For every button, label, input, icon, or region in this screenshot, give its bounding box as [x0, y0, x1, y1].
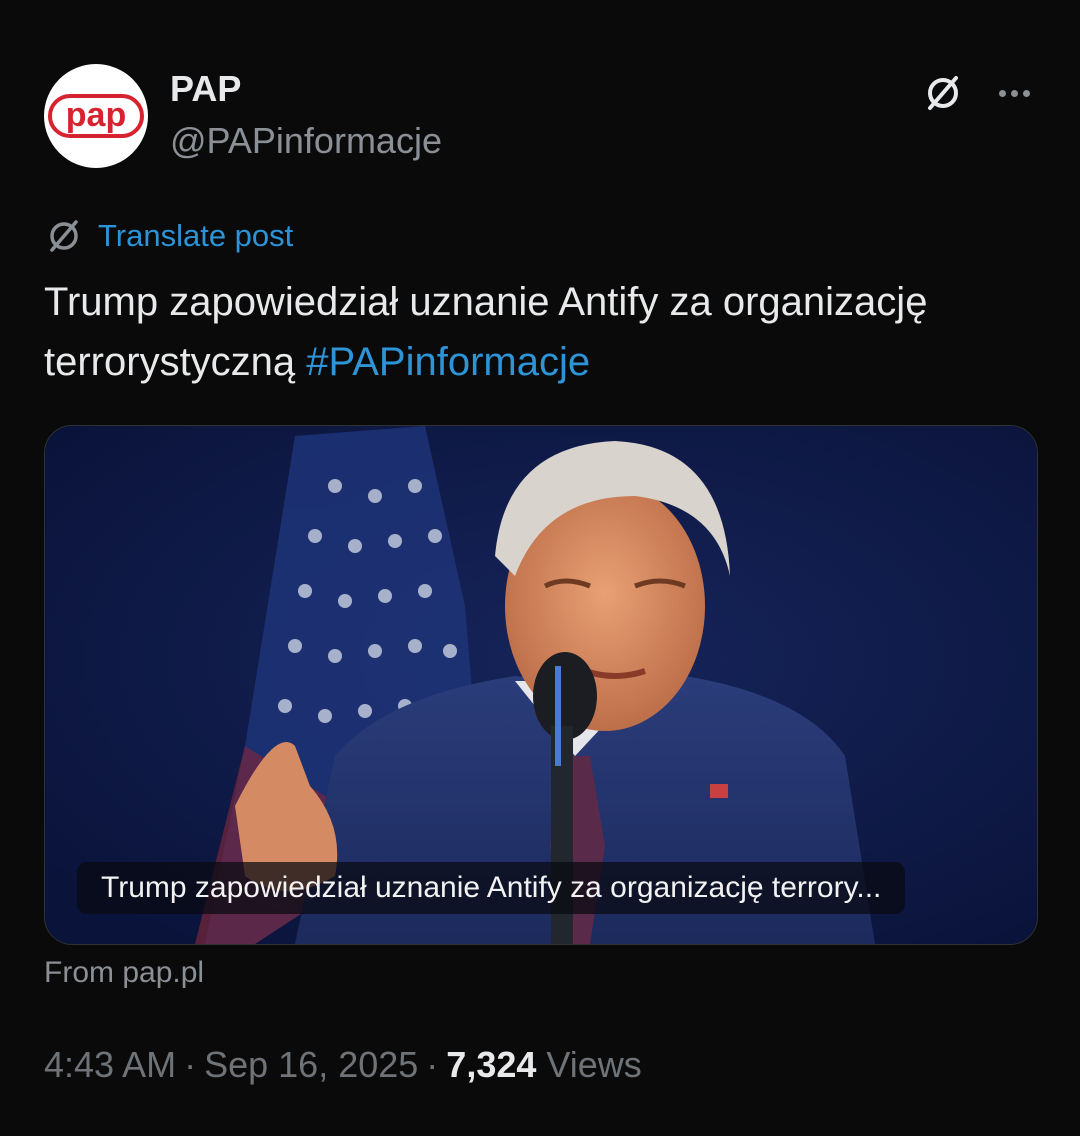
author-avatar[interactable]: pap	[44, 64, 148, 168]
author-handle[interactable]: @PAPinformacje	[170, 120, 442, 162]
views-label: Views	[546, 1044, 642, 1085]
views-count: 7,324	[446, 1044, 537, 1085]
translate-post-link[interactable]: Translate post	[44, 214, 293, 258]
translate-post-label: Translate post	[98, 218, 294, 253]
more-horizontal-icon	[998, 89, 1030, 97]
svg-text:pap: pap	[66, 96, 126, 134]
more-options-button[interactable]	[986, 70, 1042, 116]
separator: ·	[426, 1044, 439, 1085]
card-source[interactable]: From pap.pl	[44, 956, 204, 990]
pap-logo: pap	[48, 94, 144, 138]
hashtag-link[interactable]: #PAPinformacje	[306, 340, 590, 384]
link-card[interactable]: Trump zapowiedział uznanie Antify za org…	[44, 425, 1038, 945]
author-name[interactable]: PAP	[170, 68, 241, 110]
grok-icon	[928, 76, 958, 110]
separator: ·	[184, 1044, 197, 1085]
post-date[interactable]: Sep 16, 2025	[204, 1044, 418, 1085]
card-caption: Trump zapowiedział uznanie Antify za org…	[77, 862, 906, 914]
post: pap PAP @PAPinformacje Translate post Tr…	[0, 0, 1080, 1136]
grok-button[interactable]	[918, 70, 968, 116]
post-meta: 4:43 AM · Sep 16, 2025 · 7,324 Views	[44, 1044, 642, 1086]
post-text: Trump zapowiedział uznanie Antify za org…	[44, 272, 1034, 392]
post-time[interactable]: 4:43 AM	[44, 1044, 176, 1085]
grok-translate-icon	[50, 220, 78, 252]
